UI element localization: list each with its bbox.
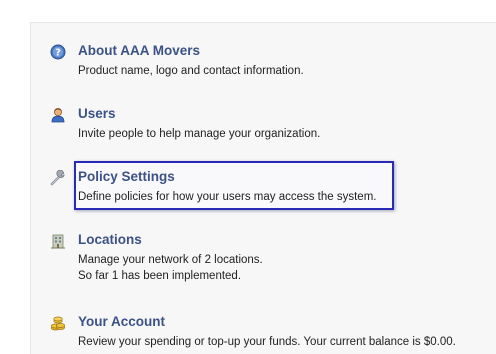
settings-item-title[interactable]: About AAA Movers	[78, 42, 200, 60]
settings-item-description: Product name, logo and contact informati…	[78, 65, 304, 77]
user-icon	[50, 107, 66, 123]
help-icon: ?	[50, 44, 66, 60]
settings-item-description: Review your spending or top-up your fund…	[78, 336, 456, 348]
svg-text:?: ?	[55, 48, 61, 59]
settings-item-title[interactable]: Users	[78, 105, 116, 123]
settings-item-description: Invite people to help manage your organi…	[78, 128, 321, 140]
building-icon	[50, 233, 66, 249]
settings-item-title[interactable]: Policy Settings	[78, 168, 175, 186]
settings-item-title[interactable]: Your Account	[78, 313, 165, 331]
settings-item-title[interactable]: Locations	[78, 231, 142, 249]
wrench-icon	[50, 169, 66, 186]
settings-item-description: Define policies for how your users may a…	[78, 191, 377, 203]
settings-item-description: Manage your network of 2 locations. So f…	[78, 254, 263, 282]
coins-icon	[50, 315, 66, 331]
